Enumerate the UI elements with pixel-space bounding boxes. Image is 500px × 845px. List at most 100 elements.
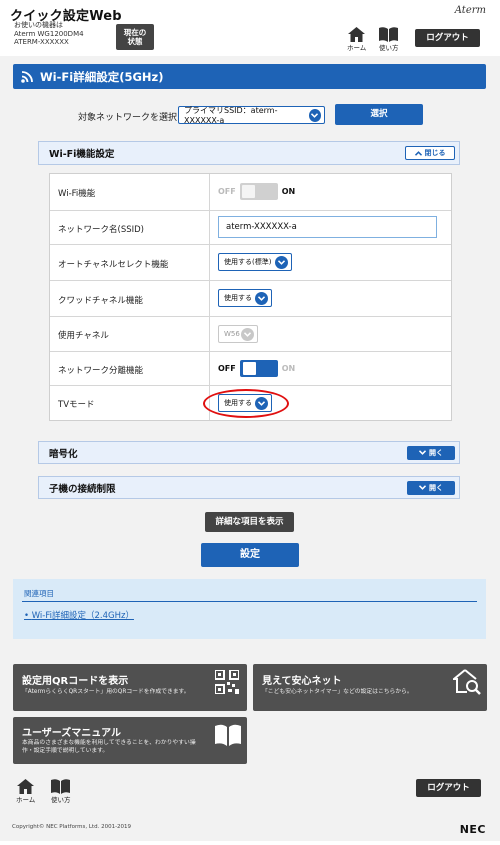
- value-cell: [209, 245, 210, 280]
- qr-code-tile[interactable]: 設定用QRコードを表示 「AtermらくらくQRスタート」用のQRコードを作成で…: [13, 664, 247, 711]
- copyright: Copyright© NEC Platforms, Ltd. 2001-2019: [12, 824, 132, 830]
- device-info-line: ATERM-XXXXXX: [14, 38, 69, 47]
- safety-net-tile[interactable]: 見えて安心ネット 「こども安心ネットタイマー」などの設定はこちらから。: [253, 664, 487, 711]
- footer-howto-button[interactable]: 使い方: [51, 779, 71, 804]
- ssid-label: ネットワーク名(SSID): [58, 225, 144, 235]
- howto-label: 使い方: [51, 796, 71, 804]
- toggle-switch[interactable]: [239, 360, 278, 377]
- target-network-value: プライマリSSID：aterm-XXXXXX-a: [184, 106, 278, 125]
- toggle-switch[interactable]: [239, 183, 278, 200]
- toggle-on-label: ON: [281, 187, 296, 196]
- device-info: お使いの機器は Aterm WG1200DM4 ATERM-XXXXXX: [14, 21, 84, 47]
- chevron-down-icon: [308, 108, 321, 122]
- brand-logo: Aterm: [454, 5, 486, 16]
- ssid-input[interactable]: aterm-XXXXXX-a: [218, 216, 437, 238]
- select-network-button[interactable]: 選択: [335, 104, 423, 125]
- toggle-off-label: OFF: [218, 187, 236, 196]
- related-link-text: Wi-Fi詳細設定（2.4GHz）: [31, 611, 134, 621]
- home-search-icon: [453, 669, 481, 695]
- home-label: ホーム: [347, 44, 367, 52]
- encryption-section-title: 暗号化: [49, 448, 78, 460]
- device-info-line: Aterm WG1200DM4: [14, 29, 84, 38]
- quad-channel-label: クワッドチャネル機能: [58, 296, 143, 306]
- howto-label: 使い方: [379, 44, 399, 52]
- table-row: ネットワーク名(SSID) aterm-XXXXXX-a: [50, 211, 451, 245]
- qr-tile-desc: 「AtermらくらくQRスタート」用のQRコードを作成できます。: [22, 689, 190, 695]
- quad-channel-select[interactable]: 使用する: [218, 289, 272, 307]
- child-limit-section-header[interactable]: 子機の接続制限 開く: [38, 476, 460, 499]
- table-row: Wi-Fi機能 OFF ON: [50, 174, 451, 211]
- footer-home-button[interactable]: ホーム: [16, 779, 35, 804]
- channel-label: 使用チャネル: [58, 331, 109, 341]
- toggle-off-label: OFF: [218, 364, 236, 373]
- chevron-down-icon: [419, 485, 426, 490]
- highlight-ellipse: [203, 389, 289, 418]
- logout-button[interactable]: ログアウト: [415, 29, 480, 47]
- table-row: ネットワーク分離機能 OFF ON: [50, 352, 451, 386]
- wifi-settings-section-header[interactable]: Wi-Fi機能設定 閉じる: [38, 141, 460, 165]
- auto-channel-label: オートチャネルセレクト機能: [58, 260, 169, 270]
- manual-tile-desc: 本商品のさまざまな機能を利用してできることを、わかりやすい操: [22, 740, 196, 746]
- book-icon: [379, 27, 399, 42]
- value-cell: [209, 317, 210, 351]
- collapse-button[interactable]: 閉じる: [405, 146, 455, 160]
- toggle-knob: [241, 185, 255, 198]
- net-separation-toggle[interactable]: OFF ON: [218, 360, 295, 377]
- book-icon: [51, 779, 71, 794]
- auto-channel-value: 使用する(標準): [224, 258, 272, 266]
- qr-tile-title: 設定用QRコードを表示: [22, 676, 129, 687]
- safety-tile-desc: 「こども安心ネットタイマー」などの設定はこちらから。: [262, 689, 413, 695]
- related-link-wifi-24ghz[interactable]: • Wi-Fi詳細設定（2.4GHz）: [24, 609, 134, 621]
- apply-button[interactable]: 設定: [201, 543, 299, 567]
- channel-select[interactable]: W56: [218, 325, 258, 343]
- manual-tile-desc: 作・設定手順で説明しています。: [22, 748, 109, 754]
- footer-logout-button[interactable]: ログアウト: [416, 779, 481, 797]
- home-icon: [17, 779, 35, 794]
- nec-logo: NEC: [459, 823, 486, 836]
- value-cell: [209, 174, 210, 210]
- value-cell: [209, 281, 210, 316]
- chevron-down-icon: [255, 291, 268, 305]
- page-title-bar: Wi-Fi詳細設定(5GHz): [13, 64, 486, 89]
- wifi-function-label: Wi-Fi機能: [58, 189, 96, 199]
- wifi-settings-section-title: Wi-Fi機能設定: [49, 149, 115, 160]
- home-label: ホーム: [16, 796, 36, 804]
- show-details-button[interactable]: 詳細な項目を表示: [205, 512, 294, 532]
- toggle-knob: [242, 362, 256, 375]
- status-button-line: 現在の: [123, 28, 147, 37]
- auto-channel-select[interactable]: 使用する(標準): [218, 253, 292, 271]
- collapse-label: 閉じる: [424, 149, 446, 157]
- manual-tile-title: ユーザーズマニュアル: [22, 728, 121, 739]
- chevron-down-icon: [419, 450, 426, 455]
- wifi-icon: [21, 71, 33, 83]
- chevron-up-icon: [414, 150, 422, 156]
- expand-button[interactable]: 開く: [407, 480, 455, 495]
- table-row: オートチャネルセレクト機能 使用する(標準): [50, 245, 451, 281]
- encryption-section-header[interactable]: 暗号化 開く: [38, 441, 460, 464]
- child-limit-section-title: 子機の接続制限: [49, 483, 116, 495]
- book-icon: [215, 724, 241, 746]
- user-manual-tile[interactable]: ユーザーズマニュアル 本商品のさまざまな機能を利用してできることを、わかりやすい…: [13, 717, 247, 764]
- current-status-button[interactable]: 現在の 状態: [116, 24, 154, 50]
- target-network-label: 対象ネットワークを選択: [78, 113, 178, 123]
- chevron-down-icon: [241, 327, 254, 341]
- wifi-function-toggle[interactable]: OFF ON: [218, 183, 295, 200]
- expand-button[interactable]: 開く: [407, 445, 455, 460]
- howto-button[interactable]: 使い方: [379, 27, 399, 52]
- page-title: Wi-Fi詳細設定(5GHz): [40, 69, 164, 84]
- home-button[interactable]: ホーム: [347, 27, 366, 52]
- expand-label: 開く: [429, 483, 443, 492]
- net-separation-label: ネットワーク分離機能: [58, 366, 144, 376]
- safety-tile-title: 見えて安心ネット: [262, 676, 342, 687]
- toggle-on-label: ON: [281, 364, 296, 373]
- table-row: 使用チャネル W56: [50, 317, 451, 352]
- status-button-line: 状態: [127, 37, 143, 46]
- value-cell: [209, 352, 210, 385]
- tv-mode-label: TVモード: [58, 400, 95, 410]
- target-network-select[interactable]: プライマリSSID：aterm-XXXXXX-a: [178, 106, 325, 125]
- home-icon: [348, 27, 366, 42]
- related-title: 関連項目: [24, 589, 54, 598]
- qr-code-icon: [215, 670, 239, 694]
- chevron-down-icon: [275, 255, 288, 269]
- value-cell: [209, 211, 210, 244]
